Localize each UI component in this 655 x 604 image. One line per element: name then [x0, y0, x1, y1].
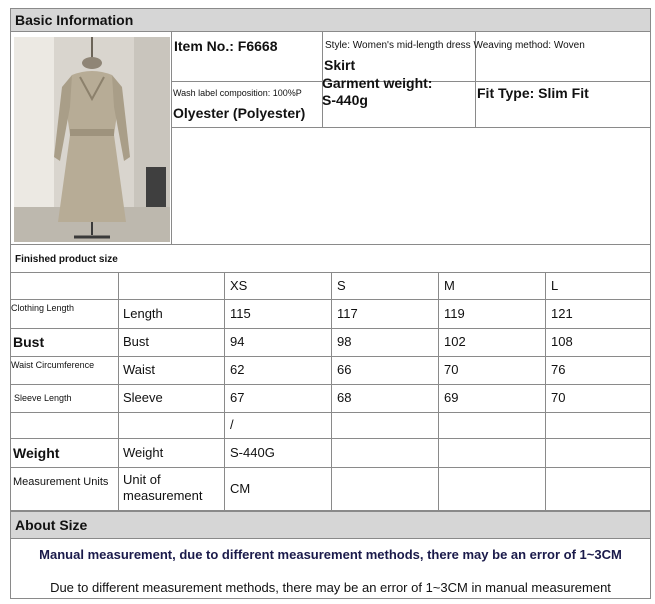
- about-size-header: About Size: [10, 511, 651, 539]
- about-size-title: About Size: [15, 517, 88, 533]
- bust-l: 108: [551, 334, 573, 349]
- sleeve-m: 69: [444, 390, 459, 405]
- row-label-waist: Waist Circumference: [11, 360, 95, 370]
- length-l: 121: [551, 306, 573, 321]
- length-m: 119: [444, 306, 465, 321]
- size-header-s: S: [337, 278, 346, 293]
- style-line-1: Style: Women's mid-length dress Weaving …: [325, 40, 585, 51]
- row-name-units: Unit of measurement: [123, 472, 203, 503]
- sleeve-l: 70: [551, 390, 566, 405]
- row-name-weight: Weight: [123, 445, 164, 460]
- basic-info-header: Basic Information: [10, 8, 651, 32]
- about-size-note-plain: Due to different measurement methods, th…: [50, 580, 611, 595]
- waist-m: 70: [444, 362, 459, 377]
- row-label-units: Measurement Units: [13, 476, 109, 488]
- row-label-sleeve: Sleeve Length: [14, 393, 72, 403]
- style-line-2: Skirt: [324, 57, 356, 73]
- sleeve-xs: 67: [230, 390, 245, 405]
- row-name-bust: Bust: [123, 334, 150, 349]
- waist-l: 76: [551, 362, 566, 377]
- row-label-bust: Bust: [13, 334, 45, 350]
- basic-info-title: Basic Information: [15, 12, 134, 28]
- finished-size-title: Finished product size: [15, 254, 118, 265]
- product-photo: [14, 37, 170, 242]
- row-label-length: Clothing Length: [11, 303, 75, 313]
- fit-type: Fit Type: Slim Fit: [477, 85, 589, 101]
- row-name-length: Length: [123, 306, 163, 321]
- units-xs: CM: [230, 481, 251, 496]
- finished-size-header: Finished product size: [10, 245, 651, 273]
- dress-image: [14, 37, 170, 242]
- size-header-l: L: [551, 278, 559, 293]
- bust-xs: 94: [230, 334, 245, 349]
- wash-label-line-1: Wash label composition: 100%P: [173, 88, 302, 98]
- sleeve-s: 68: [337, 390, 352, 405]
- row-label-weight: Weight: [13, 445, 60, 461]
- waist-xs: 62: [230, 362, 245, 377]
- row-name-waist: Waist: [123, 362, 156, 377]
- item-number: Item No.: F6668: [174, 38, 278, 54]
- length-xs: 115: [230, 306, 251, 321]
- size-header-m: M: [444, 278, 455, 293]
- weight-xs: S-440G: [230, 445, 275, 460]
- length-s: 117: [337, 306, 358, 321]
- garment-weight-line-1: Garment weight:: [322, 75, 433, 91]
- about-size-note-bold: Manual measurement, due to different mea…: [39, 547, 622, 562]
- row-name-sleeve: Sleeve: [123, 390, 163, 405]
- size-header-xs: XS: [230, 278, 248, 293]
- bust-m: 102: [444, 334, 466, 349]
- garment-weight-line-2: S-440g: [322, 92, 368, 108]
- blank-row-xs: /: [230, 417, 234, 432]
- waist-s: 66: [337, 362, 352, 377]
- bust-s: 98: [337, 334, 352, 349]
- wash-label-line-2: Olyester (Polyester): [173, 105, 306, 121]
